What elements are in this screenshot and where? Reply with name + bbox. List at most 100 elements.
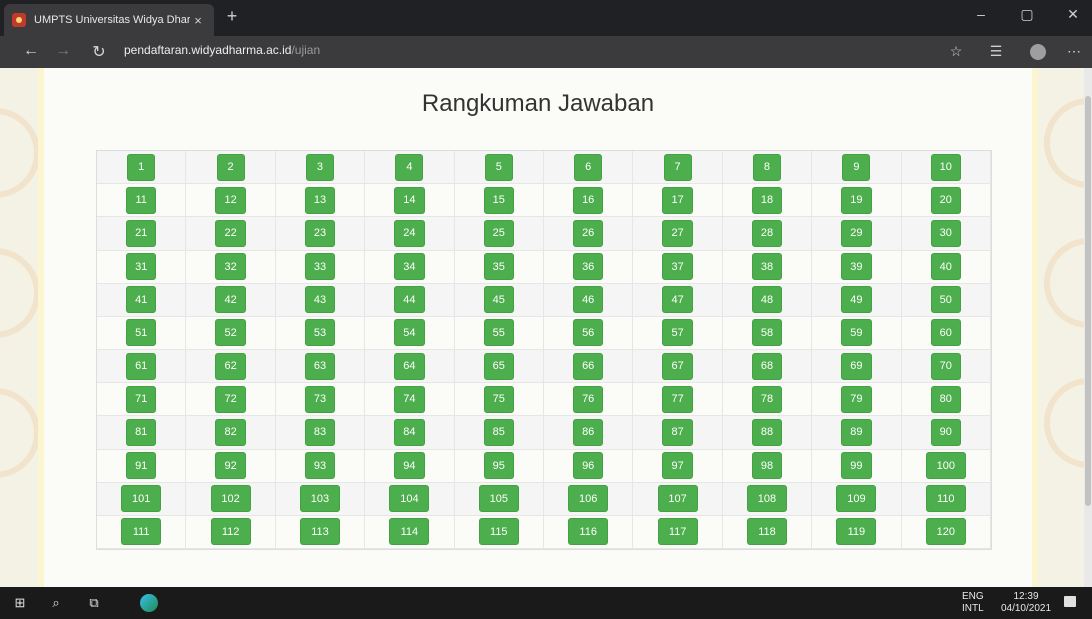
question-number-button[interactable]: 107 xyxy=(657,485,698,513)
scrollbar-thumb[interactable] xyxy=(1085,96,1091,506)
question-number-button[interactable]: 59 xyxy=(841,319,872,347)
question-number-button[interactable]: 42 xyxy=(215,286,246,314)
question-number-button[interactable]: 21 xyxy=(126,219,157,247)
question-number-button[interactable]: 96 xyxy=(573,452,604,480)
question-number-button[interactable]: 18 xyxy=(751,186,783,214)
question-number-button[interactable]: 89 xyxy=(841,418,872,446)
question-number-button[interactable]: 7 xyxy=(663,153,692,181)
question-number-button[interactable]: 34 xyxy=(394,253,425,281)
question-number-button[interactable]: 4 xyxy=(395,153,424,181)
notification-icon[interactable] xyxy=(1064,596,1076,607)
question-number-button[interactable]: 62 xyxy=(215,352,246,380)
question-number-button[interactable]: 114 xyxy=(389,518,430,546)
question-number-button[interactable]: 28 xyxy=(751,219,783,247)
question-number-button[interactable]: 80 xyxy=(930,385,961,413)
edge-browser-icon[interactable] xyxy=(140,594,158,612)
question-number-button[interactable]: 105 xyxy=(478,485,519,513)
question-number-button[interactable]: 117 xyxy=(657,518,698,546)
question-number-button[interactable]: 95 xyxy=(483,452,514,480)
question-number-button[interactable]: 77 xyxy=(662,385,693,413)
question-number-button[interactable]: 106 xyxy=(568,485,609,513)
question-number-button[interactable]: 10 xyxy=(930,153,961,181)
question-number-button[interactable]: 88 xyxy=(751,418,783,446)
windows-start-icon[interactable]: ⊞ xyxy=(10,595,30,611)
question-number-button[interactable]: 58 xyxy=(751,319,783,347)
question-number-button[interactable]: 39 xyxy=(841,253,872,281)
question-number-button[interactable]: 54 xyxy=(394,319,425,347)
question-number-button[interactable]: 56 xyxy=(573,319,604,347)
language-indicator[interactable]: ENG INTL xyxy=(962,591,984,615)
question-number-button[interactable]: 84 xyxy=(394,418,425,446)
question-number-button[interactable]: 30 xyxy=(930,219,961,247)
question-number-button[interactable]: 108 xyxy=(746,485,787,513)
question-number-button[interactable]: 73 xyxy=(304,385,336,413)
question-number-button[interactable]: 69 xyxy=(841,352,872,380)
question-number-button[interactable]: 47 xyxy=(662,286,693,314)
clock[interactable]: 12:39 04/10/2021 xyxy=(1000,591,1052,615)
question-number-button[interactable]: 40 xyxy=(930,253,961,281)
question-number-button[interactable]: 102 xyxy=(210,485,251,513)
question-number-button[interactable]: 61 xyxy=(126,352,157,380)
question-number-button[interactable]: 57 xyxy=(662,319,693,347)
question-number-button[interactable]: 53 xyxy=(304,319,336,347)
question-number-button[interactable]: 113 xyxy=(299,518,340,546)
question-number-button[interactable]: 8 xyxy=(752,153,781,181)
question-number-button[interactable]: 51 xyxy=(126,319,157,347)
question-number-button[interactable]: 6 xyxy=(574,153,603,181)
question-number-button[interactable]: 43 xyxy=(304,286,336,314)
question-number-button[interactable]: 74 xyxy=(394,385,425,413)
forward-arrow-icon[interactable]: → xyxy=(52,42,74,60)
question-number-button[interactable]: 45 xyxy=(483,286,514,314)
question-number-button[interactable]: 67 xyxy=(662,352,693,380)
question-number-button[interactable]: 14 xyxy=(394,186,425,214)
new-tab-button[interactable]: + xyxy=(222,6,242,27)
minimize-button[interactable]: – xyxy=(966,6,996,22)
question-number-button[interactable]: 78 xyxy=(751,385,783,413)
question-number-button[interactable]: 116 xyxy=(568,518,609,546)
question-number-button[interactable]: 55 xyxy=(483,319,514,347)
question-number-button[interactable]: 25 xyxy=(483,219,514,247)
question-number-button[interactable]: 81 xyxy=(126,418,157,446)
question-number-button[interactable]: 103 xyxy=(299,485,340,513)
question-number-button[interactable]: 9 xyxy=(842,153,871,181)
tab-close-icon[interactable]: × xyxy=(190,13,206,28)
question-number-button[interactable]: 112 xyxy=(210,518,251,546)
favorites-icon[interactable]: ☰ xyxy=(986,43,1006,60)
question-number-button[interactable]: 23 xyxy=(304,219,336,247)
question-number-button[interactable]: 11 xyxy=(126,186,156,214)
refresh-icon[interactable]: ↻ xyxy=(88,42,110,62)
close-window-button[interactable]: ✕ xyxy=(1058,6,1088,23)
question-number-button[interactable]: 111 xyxy=(121,518,162,546)
question-number-button[interactable]: 13 xyxy=(304,186,336,214)
question-number-button[interactable]: 104 xyxy=(389,485,430,513)
question-number-button[interactable]: 76 xyxy=(573,385,604,413)
question-number-button[interactable]: 118 xyxy=(746,518,787,546)
question-number-button[interactable]: 60 xyxy=(930,319,961,347)
question-number-button[interactable]: 52 xyxy=(215,319,246,347)
question-number-button[interactable]: 70 xyxy=(930,352,961,380)
question-number-button[interactable]: 65 xyxy=(483,352,514,380)
question-number-button[interactable]: 17 xyxy=(662,186,693,214)
question-number-button[interactable]: 98 xyxy=(751,452,783,480)
question-number-button[interactable]: 3 xyxy=(305,153,334,181)
question-number-button[interactable]: 97 xyxy=(662,452,693,480)
question-number-button[interactable]: 79 xyxy=(841,385,872,413)
question-number-button[interactable]: 86 xyxy=(573,418,604,446)
question-number-button[interactable]: 27 xyxy=(662,219,693,247)
question-number-button[interactable]: 72 xyxy=(215,385,246,413)
question-number-button[interactable]: 37 xyxy=(662,253,693,281)
question-number-button[interactable]: 16 xyxy=(573,186,604,214)
question-number-button[interactable]: 2 xyxy=(216,153,245,181)
question-number-button[interactable]: 50 xyxy=(930,286,961,314)
question-number-button[interactable]: 35 xyxy=(483,253,514,281)
question-number-button[interactable]: 110 xyxy=(925,485,966,513)
question-number-button[interactable]: 75 xyxy=(483,385,514,413)
question-number-button[interactable]: 115 xyxy=(478,518,519,546)
question-number-button[interactable]: 46 xyxy=(573,286,604,314)
search-icon[interactable]: ⌕ xyxy=(46,595,66,611)
question-number-button[interactable]: 90 xyxy=(930,418,961,446)
question-number-button[interactable]: 93 xyxy=(304,452,336,480)
question-number-button[interactable]: 92 xyxy=(215,452,246,480)
question-number-button[interactable]: 33 xyxy=(304,253,336,281)
question-number-button[interactable]: 15 xyxy=(483,186,514,214)
